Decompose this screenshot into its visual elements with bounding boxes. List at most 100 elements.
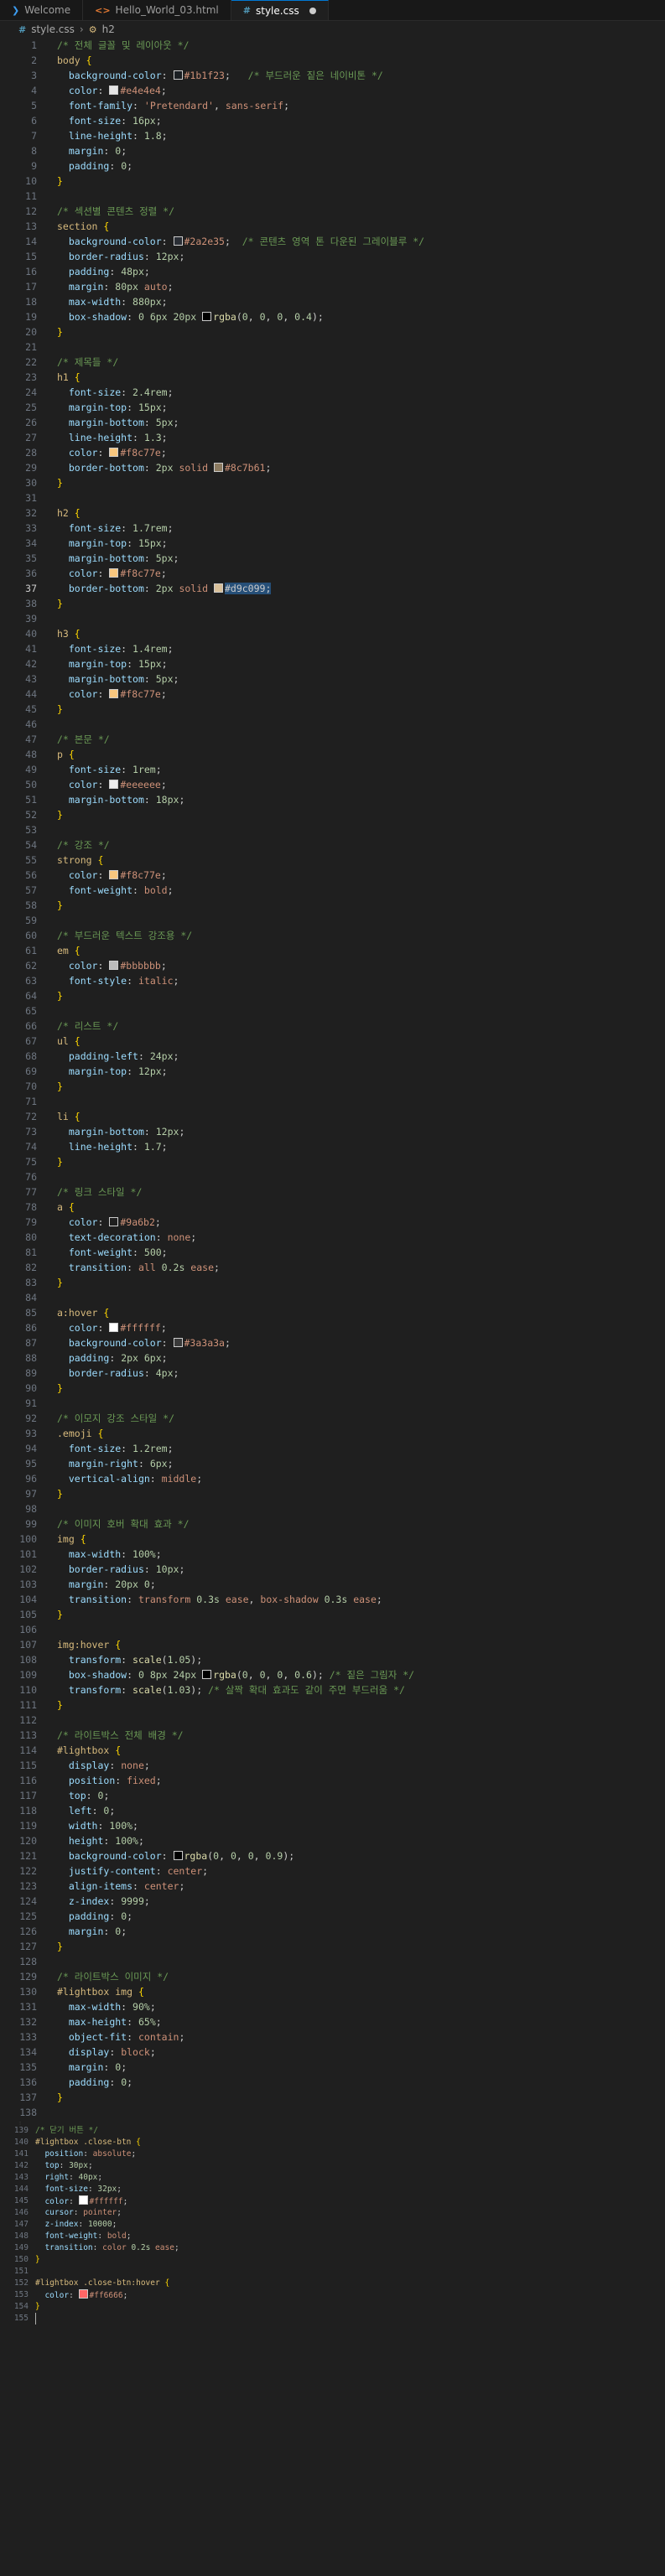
code-line[interactable]: 145 color: #ffffff; <box>0 2195 665 2207</box>
code-editor-continued[interactable]: 139/* 닫기 버튼 */140 #lightbox .close-btn {1… <box>0 2125 665 2325</box>
code-line[interactable]: 34 margin-top: 15px; <box>0 536 665 551</box>
code-line[interactable]: 64} <box>0 988 665 1003</box>
code-line[interactable]: 118 left: 0; <box>0 1803 665 1818</box>
code-line[interactable]: 11 <box>0 189 665 204</box>
code-line[interactable]: 94 font-size: 1.2rem; <box>0 1441 665 1456</box>
color-swatch[interactable] <box>78 2289 88 2299</box>
color-swatch[interactable] <box>109 448 119 457</box>
color-swatch[interactable] <box>173 70 183 80</box>
code-line[interactable]: 70} <box>0 1079 665 1094</box>
code-line[interactable]: 101 max-width: 100%; <box>0 1547 665 1562</box>
code-line[interactable]: 69 margin-top: 12px; <box>0 1064 665 1079</box>
code-line[interactable]: 115 display: none; <box>0 1758 665 1773</box>
code-line[interactable]: 45} <box>0 702 665 717</box>
color-swatch[interactable] <box>78 2195 88 2205</box>
code-line[interactable]: 24 font-size: 2.4rem; <box>0 385 665 400</box>
code-line[interactable]: 53 <box>0 822 665 837</box>
code-line[interactable]: 152 #lightbox .close-btn:hover { <box>0 2278 665 2289</box>
code-line[interactable]: 3 background-color: #1b1f23; /* 부드러운 짙은 … <box>0 68 665 83</box>
code-line[interactable]: 65 <box>0 1003 665 1018</box>
code-line[interactable]: 68 padding-left: 24px; <box>0 1049 665 1064</box>
code-line[interactable]: 96 vertical-align: middle; <box>0 1471 665 1486</box>
code-line[interactable]: 78 a { <box>0 1200 665 1215</box>
code-line[interactable]: 117 top: 0; <box>0 1788 665 1803</box>
code-line[interactable]: 144 font-size: 32px; <box>0 2184 665 2195</box>
code-line[interactable]: 15 border-radius: 12px; <box>0 249 665 264</box>
code-line[interactable]: 30} <box>0 475 665 490</box>
color-swatch[interactable] <box>109 870 119 879</box>
code-line[interactable]: 124 z-index: 9999; <box>0 1894 665 1909</box>
code-line[interactable]: 50 color: #eeeeee; <box>0 777 665 792</box>
code-line[interactable]: 128 <box>0 1954 665 1969</box>
code-line[interactable]: 91 <box>0 1396 665 1411</box>
code-line[interactable]: 148 font-weight: bold; <box>0 2231 665 2242</box>
code-line[interactable]: 98 <box>0 1501 665 1516</box>
code-line[interactable]: 81 font-weight: 500; <box>0 1245 665 1260</box>
code-line[interactable]: 127} <box>0 1939 665 1954</box>
code-line[interactable]: 36 color: #f8c77e; <box>0 566 665 581</box>
code-line[interactable]: 84 <box>0 1290 665 1305</box>
color-swatch[interactable] <box>213 463 223 472</box>
code-line[interactable]: 1 /* 전체 글꼴 및 레이아웃 */ <box>0 38 665 53</box>
code-line[interactable]: 110 transform: scale(1.03); /* 살짝 확대 효과도… <box>0 1682 665 1697</box>
code-line[interactable]: 134 display: block; <box>0 2045 665 2060</box>
tab-welcome[interactable]: ❯ Welcome <box>0 0 84 20</box>
code-line[interactable]: 4 color: #e4e4e4; <box>0 83 665 98</box>
code-line[interactable]: 90} <box>0 1381 665 1396</box>
code-line[interactable]: 10} <box>0 174 665 189</box>
code-line[interactable]: 116 position: fixed; <box>0 1773 665 1788</box>
unsaved-dot-icon[interactable] <box>309 7 316 14</box>
code-line[interactable]: 119 width: 100%; <box>0 1818 665 1833</box>
code-line[interactable]: 93 .emoji { <box>0 1426 665 1441</box>
code-line[interactable]: 60 /* 부드러운 텍스트 강조용 */ <box>0 928 665 943</box>
code-line[interactable]: 23 h1 { <box>0 370 665 385</box>
code-line[interactable]: 146 cursor: pointer; <box>0 2207 665 2219</box>
code-line[interactable]: 103 margin: 20px 0; <box>0 1577 665 1592</box>
code-line[interactable]: 142 top: 30px; <box>0 2160 665 2172</box>
code-line[interactable]: 114 #lightbox { <box>0 1743 665 1758</box>
code-line[interactable]: 87 background-color: #3a3a3a; <box>0 1335 665 1350</box>
code-line[interactable]: 28 color: #f8c77e; <box>0 445 665 460</box>
code-line[interactable]: 22 /* 제목들 */ <box>0 355 665 370</box>
code-line[interactable]: 33 font-size: 1.7rem; <box>0 521 665 536</box>
code-line[interactable]: 16 padding: 48px; <box>0 264 665 279</box>
code-line[interactable]: 62 color: #bbbbbb; <box>0 958 665 973</box>
code-line[interactable]: 80 text-decoration: none; <box>0 1230 665 1245</box>
code-line[interactable]: 130 #lightbox img { <box>0 1984 665 1999</box>
code-line[interactable]: 8 margin: 0; <box>0 143 665 158</box>
code-line[interactable]: 129 /* 라이트박스 이미지 */ <box>0 1969 665 1984</box>
code-line[interactable]: 56 color: #f8c77e; <box>0 868 665 883</box>
code-line[interactable]: 19 box-shadow: 0 6px 20px rgba(0, 0, 0, … <box>0 309 665 324</box>
code-line[interactable]: 6 font-size: 16px; <box>0 113 665 128</box>
code-line[interactable]: 141 position: absolute; <box>0 2148 665 2160</box>
code-line[interactable]: 13 section { <box>0 219 665 234</box>
code-line[interactable]: 123 align-items: center; <box>0 1879 665 1894</box>
code-line[interactable]: 97} <box>0 1486 665 1501</box>
color-swatch[interactable] <box>202 312 212 321</box>
code-line[interactable]: 17 margin: 80px auto; <box>0 279 665 294</box>
code-line[interactable]: 72 li { <box>0 1109 665 1124</box>
color-swatch[interactable] <box>213 583 223 593</box>
code-line[interactable]: 42 margin-top: 15px; <box>0 656 665 671</box>
code-line[interactable]: 66 /* 리스트 */ <box>0 1018 665 1034</box>
code-line[interactable]: 35 margin-bottom: 5px; <box>0 551 665 566</box>
code-line[interactable]: 73 margin-bottom: 12px; <box>0 1124 665 1139</box>
code-line[interactable]: 18 max-width: 880px; <box>0 294 665 309</box>
code-line[interactable]: 76 <box>0 1169 665 1184</box>
color-swatch[interactable] <box>109 689 119 698</box>
code-editor[interactable]: 1/* 전체 글꼴 및 레이아웃 */2 body {3 background-c… <box>0 38 665 2120</box>
color-swatch[interactable] <box>109 961 119 970</box>
code-line[interactable]: 108 transform: scale(1.05); <box>0 1652 665 1667</box>
code-line[interactable]: 71 <box>0 1094 665 1109</box>
code-line[interactable]: 5 font-family: 'Pretendard', sans-serif; <box>0 98 665 113</box>
code-line[interactable]: 136 padding: 0; <box>0 2075 665 2090</box>
code-line[interactable]: 67 ul { <box>0 1034 665 1049</box>
code-line[interactable]: 48 p { <box>0 747 665 762</box>
code-line[interactable]: 143 right: 40px; <box>0 2172 665 2184</box>
code-line[interactable]: 12 /* 섹션별 콘텐츠 정렬 */ <box>0 204 665 219</box>
code-line[interactable]: 154} <box>0 2301 665 2313</box>
code-line[interactable]: 149 transition: color 0.2s ease; <box>0 2242 665 2254</box>
code-line[interactable]: 85 a:hover { <box>0 1305 665 1320</box>
code-line[interactable]: 120 height: 100%; <box>0 1833 665 1848</box>
code-line[interactable]: 113 /* 라이트박스 전체 배경 */ <box>0 1728 665 1743</box>
